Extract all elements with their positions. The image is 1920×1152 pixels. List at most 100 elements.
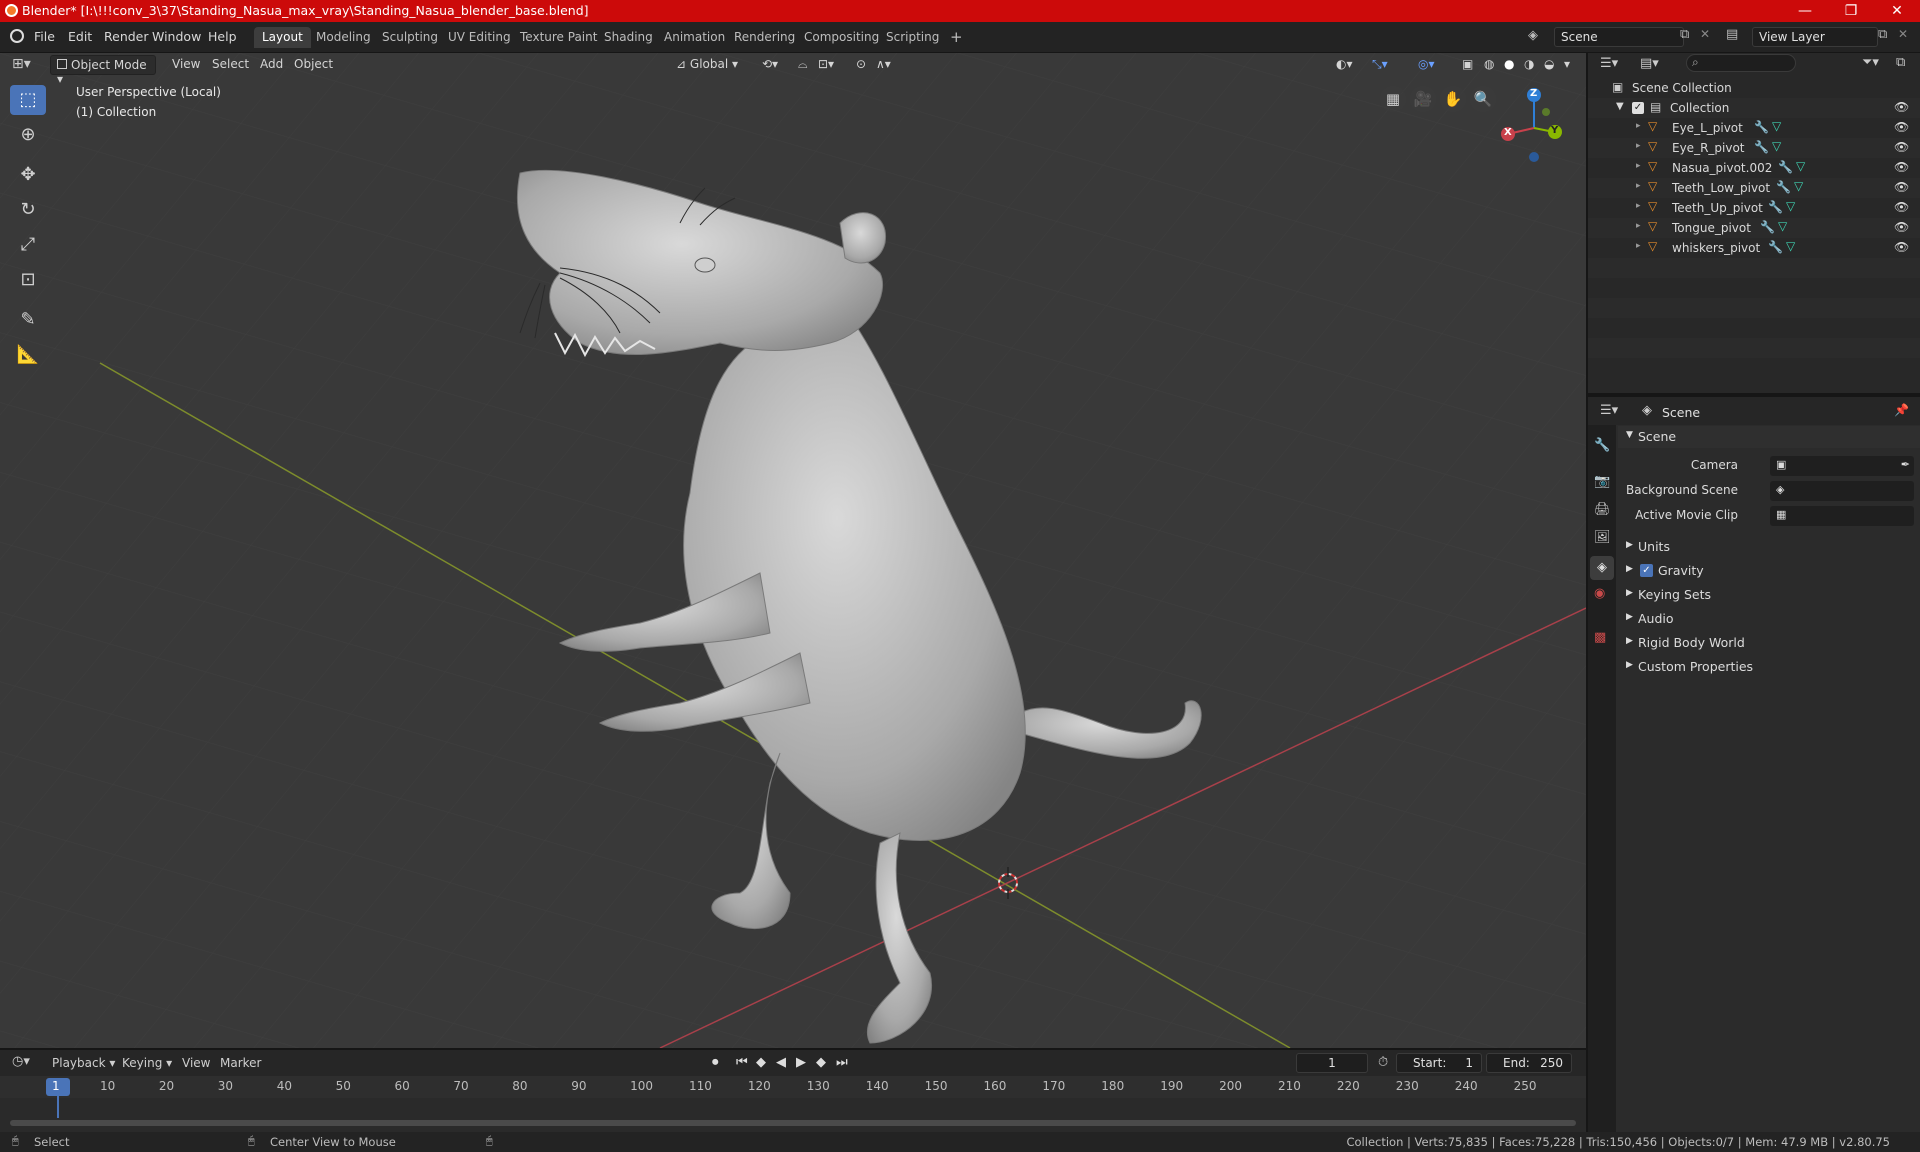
- visibility-eye-icon[interactable]: 👁: [1894, 180, 1909, 194]
- collapse-arrow-icon[interactable]: ▸: [1636, 221, 1641, 231]
- filter-icon[interactable]: ⏷▾: [1862, 55, 1879, 70]
- menu-timeline-view[interactable]: View: [182, 1056, 210, 1070]
- tab-shading[interactable]: Shading: [596, 27, 661, 48]
- snap-icon[interactable]: ⌓: [792, 55, 814, 75]
- camera-field[interactable]: ▣ ✒: [1770, 456, 1914, 476]
- tool-tab-icon[interactable]: 🔧: [1594, 438, 1610, 453]
- object-mode-dropdown[interactable]: Object Mode ▾: [50, 55, 156, 86]
- collapse-arrow-icon[interactable]: ▸: [1636, 121, 1641, 131]
- menu-window[interactable]: Window: [152, 29, 201, 44]
- mesh-data-icon[interactable]: ▽: [1772, 119, 1781, 133]
- pan-hand-icon[interactable]: ✋: [1440, 86, 1466, 112]
- visibility-icon[interactable]: ◐▾: [1330, 55, 1359, 75]
- menu-render[interactable]: Render: [104, 29, 149, 44]
- mesh-data-icon[interactable]: ▽: [1796, 159, 1805, 173]
- tab-compositing[interactable]: Compositing: [796, 27, 887, 48]
- modifier-wrench-icon[interactable]: 🔧: [1776, 180, 1791, 194]
- outliner-scene-collection[interactable]: ▣ Scene Collection: [1588, 78, 1920, 98]
- rigid-body-world-subpanel[interactable]: ▶ Rigid Body World: [1618, 632, 1920, 654]
- menu-marker[interactable]: Marker: [220, 1056, 261, 1070]
- collapse-arrow-icon[interactable]: ▸: [1636, 141, 1641, 151]
- outliner-item[interactable]: ▸ ▽ whiskers_pivot 🔧 ▽ 👁: [1588, 238, 1920, 258]
- blender-menu-icon[interactable]: [10, 29, 24, 43]
- tab-modeling[interactable]: Modeling: [308, 27, 379, 48]
- modifier-wrench-icon[interactable]: 🔧: [1778, 160, 1793, 174]
- navigation-gizmo[interactable]: Z X Y: [1496, 86, 1572, 162]
- tab-sculpting[interactable]: Sculpting: [374, 27, 446, 48]
- end-frame-field[interactable]: End: 250: [1486, 1053, 1572, 1073]
- editor-type-icon[interactable]: ⊞▾: [12, 56, 31, 72]
- menu-playback[interactable]: Playback ▾: [52, 1056, 115, 1070]
- mesh-data-icon[interactable]: ▽: [1794, 179, 1803, 193]
- scene-tab-icon[interactable]: ◈: [1590, 556, 1614, 580]
- stopwatch-icon[interactable]: ⏱: [1378, 1055, 1388, 1070]
- tab-uv-editing[interactable]: UV Editing: [440, 27, 519, 48]
- expand-arrow-icon[interactable]: ▼: [1616, 101, 1624, 112]
- collapse-arrow-icon[interactable]: ▸: [1636, 241, 1641, 251]
- timeline-editor-icon[interactable]: ◷▾: [12, 1054, 30, 1069]
- pivot-point-icon[interactable]: ⟲▾: [756, 55, 784, 75]
- menu-keying[interactable]: Keying ▾: [122, 1056, 172, 1070]
- background-scene-field[interactable]: ◈: [1770, 481, 1914, 501]
- visibility-eye-icon[interactable]: 👁: [1894, 200, 1909, 214]
- play-icon[interactable]: ▶: [796, 1055, 806, 1070]
- remove-scene-icon[interactable]: ✕: [1700, 27, 1710, 41]
- visibility-eye-icon[interactable]: 👁: [1894, 160, 1909, 174]
- render-tab-icon[interactable]: 📷: [1594, 474, 1610, 489]
- menu-view[interactable]: View: [166, 55, 206, 75]
- mesh-data-icon[interactable]: ▽: [1778, 219, 1787, 233]
- cursor-tool-icon[interactable]: ⊕: [10, 120, 46, 150]
- outliner-item[interactable]: ▸ ▽ Teeth_Up_pivot 🔧 ▽ 👁: [1588, 198, 1920, 218]
- close-button[interactable]: ✕: [1874, 0, 1920, 22]
- mesh-data-icon[interactable]: ▽: [1772, 139, 1781, 153]
- move-tool-icon[interactable]: ✥: [10, 160, 46, 190]
- collapse-arrow-icon[interactable]: ▸: [1636, 181, 1641, 191]
- tab-scripting[interactable]: Scripting: [878, 27, 947, 48]
- modifier-wrench-icon[interactable]: 🔧: [1768, 200, 1783, 214]
- outliner-search-input[interactable]: [1686, 54, 1796, 72]
- scene-selector[interactable]: Scene: [1554, 27, 1684, 47]
- outliner-editor-icon[interactable]: ☰▾: [1600, 56, 1618, 71]
- menu-file[interactable]: File: [34, 29, 55, 44]
- menu-help[interactable]: Help: [208, 29, 237, 44]
- visibility-eye-icon[interactable]: 👁: [1894, 240, 1909, 254]
- mesh-data-icon[interactable]: ▽: [1786, 199, 1795, 213]
- transform-orientation-dropdown[interactable]: ⊿ Global ▾: [670, 55, 744, 75]
- menu-add[interactable]: Add: [254, 55, 289, 75]
- collapse-arrow-icon[interactable]: ▸: [1636, 161, 1641, 171]
- visibility-eye-icon[interactable]: 👁: [1894, 120, 1909, 134]
- falloff-icon[interactable]: ∧▾: [870, 55, 897, 75]
- pin-icon[interactable]: 📌: [1894, 403, 1909, 417]
- new-scene-icon[interactable]: ⧉: [1680, 27, 1689, 42]
- outliner-display-mode-icon[interactable]: ▤▾: [1640, 56, 1659, 71]
- audio-subpanel[interactable]: ▶ Audio: [1618, 608, 1920, 630]
- mesh-data-icon[interactable]: ▽: [1786, 239, 1795, 253]
- new-view-layer-icon[interactable]: ⧉: [1878, 27, 1887, 42]
- record-button-icon[interactable]: ⏺: [712, 1055, 719, 1070]
- menu-select[interactable]: Select: [206, 55, 255, 75]
- gravity-checkbox[interactable]: ✓: [1640, 564, 1653, 577]
- shading-options-icon[interactable]: ▾: [1558, 55, 1576, 75]
- visibility-eye-icon[interactable]: 👁: [1894, 100, 1909, 114]
- menu-edit[interactable]: Edit: [68, 29, 92, 44]
- select-box-tool-icon[interactable]: ⬚: [10, 85, 46, 115]
- camera-view-icon[interactable]: 🎥: [1410, 86, 1436, 112]
- modifier-wrench-icon[interactable]: 🔧: [1754, 120, 1769, 134]
- collapse-arrow-icon[interactable]: ▸: [1636, 201, 1641, 211]
- zoom-icon[interactable]: 🔍: [1470, 86, 1496, 112]
- scale-tool-icon[interactable]: ⤢: [10, 230, 46, 260]
- add-workspace-button[interactable]: +: [942, 27, 971, 48]
- current-frame-field[interactable]: 1: [1296, 1053, 1368, 1073]
- active-movie-clip-field[interactable]: ▦: [1770, 506, 1914, 526]
- units-subpanel[interactable]: ▶ Units: [1618, 536, 1920, 558]
- collection-checkbox[interactable]: ✓: [1632, 102, 1644, 114]
- measure-tool-icon[interactable]: 📐: [10, 340, 46, 370]
- maximize-button[interactable]: ❐: [1828, 0, 1874, 22]
- outliner-item[interactable]: ▸ ▽ Teeth_Low_pivot 🔧 ▽ 👁: [1588, 178, 1920, 198]
- xray-icon[interactable]: ▣: [1456, 55, 1479, 75]
- rotate-tool-icon[interactable]: ↻: [10, 195, 46, 225]
- new-collection-icon[interactable]: ⧉: [1896, 55, 1905, 70]
- jump-start-icon[interactable]: ⏮: [736, 1055, 748, 1070]
- tab-animation[interactable]: Animation: [656, 27, 733, 48]
- texture-tab-icon[interactable]: ▩: [1594, 630, 1606, 645]
